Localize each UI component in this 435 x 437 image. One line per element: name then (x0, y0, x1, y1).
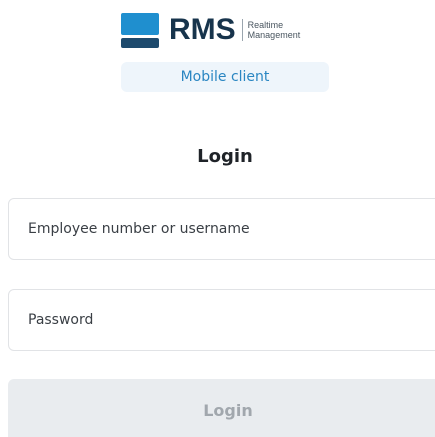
login-button[interactable]: Login (8, 379, 435, 437)
rms-logo: RMS Realtime Management (121, 12, 300, 48)
logo-divider (241, 19, 243, 41)
login-title: Login (197, 146, 253, 167)
rms-logo-icon (121, 12, 159, 48)
logo-tagline-line2: Management (247, 30, 301, 40)
logo-wordmark: RMS (169, 13, 236, 46)
username-input[interactable] (8, 198, 435, 260)
mobile-client-badge: Mobile client (121, 62, 329, 92)
logo-tagline: Realtime Management (248, 20, 301, 40)
login-page: RMS Realtime Management Mobile client Lo… (0, 0, 435, 437)
logo-tagline-line1: Realtime (247, 20, 284, 30)
password-input[interactable] (8, 289, 435, 351)
